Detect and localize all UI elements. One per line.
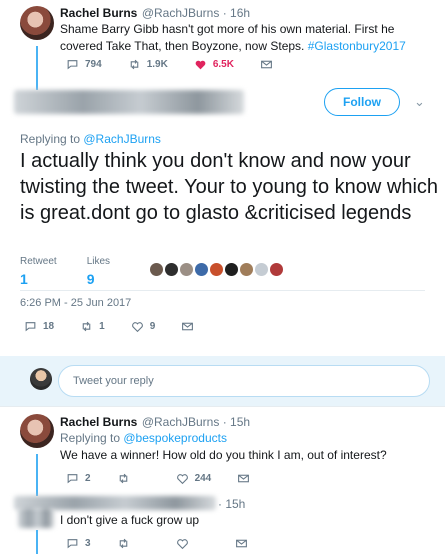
replying-handle-link[interactable]: @RachJBurns [83, 132, 161, 146]
thread-line [36, 530, 38, 554]
avatar[interactable] [30, 368, 52, 390]
user-handle[interactable]: @RachJBurns · 15h [142, 415, 250, 429]
tweet-stats: Retweet 1 Likes 9 [20, 256, 110, 287]
user-name[interactable]: Rachel Burns [60, 415, 137, 429]
retweet-button[interactable]: 1.9K [128, 58, 168, 71]
liker-avatar[interactable] [150, 263, 163, 276]
avatar[interactable] [20, 414, 54, 448]
divider [0, 406, 445, 407]
dm-button[interactable] [235, 537, 248, 550]
retweet-icon [82, 321, 91, 332]
retweet-icon [119, 473, 127, 484]
redacted-user-info [14, 90, 244, 114]
liker-avatar[interactable] [180, 263, 193, 276]
envelope-icon [261, 60, 272, 69]
retweet-icon [130, 59, 138, 70]
avatar[interactable] [20, 6, 54, 40]
divider [20, 290, 425, 291]
hashtag-link[interactable]: #Glastonbury2017 [308, 39, 406, 53]
tweet-text: We have a winner! How old do you think I… [60, 448, 387, 462]
retweet-stat-count: 1 [20, 271, 28, 287]
user-handle[interactable]: @RachJBurns · 16h [142, 6, 250, 20]
tweet-actions: 794 1.9K 6.5K [66, 58, 299, 71]
tweet-actions: 18 1 9 [24, 320, 220, 333]
tweet-header: Rachel Burns @RachJBurns · 16h [60, 4, 250, 22]
tweet-text: I don't give a fuck grow up [60, 513, 200, 527]
reply-input[interactable]: Tweet your reply [58, 365, 430, 397]
like-button[interactable] [176, 537, 195, 550]
heart-icon [176, 539, 188, 550]
like-count: 244 [194, 473, 212, 484]
reply-count: 2 [85, 473, 91, 484]
reply-button[interactable]: 794 [66, 58, 102, 71]
like-count: 9 [149, 321, 156, 332]
dm-button[interactable] [181, 320, 194, 333]
retweet-button[interactable]: 1 [80, 320, 105, 333]
reply-count: 3 [85, 538, 91, 549]
reply-icon [67, 539, 78, 549]
liker-avatar[interactable] [195, 263, 208, 276]
retweet-button[interactable] [117, 537, 136, 550]
tweet-actions: 3 [66, 537, 274, 550]
like-button[interactable]: 6.5K [194, 58, 234, 71]
likers-avatars [150, 263, 285, 276]
user-name[interactable]: Rachel Burns [60, 6, 137, 20]
reply-count: 794 [85, 59, 102, 70]
dm-button[interactable] [237, 472, 250, 485]
likes-stat[interactable]: Likes 9 [87, 256, 110, 287]
replying-to: Replying to @bespokeproducts [60, 430, 227, 447]
follow-button[interactable]: Follow [324, 88, 400, 116]
tweet-text: I actually think you don't know and now … [20, 150, 439, 224]
reply-icon [67, 60, 78, 70]
liker-avatar[interactable] [255, 263, 268, 276]
retweet-button[interactable] [117, 472, 136, 485]
reply-icon [67, 474, 78, 484]
tweet-header: Rachel Burns @RachJBurns · 15h [60, 413, 250, 431]
reply-button[interactable]: 3 [66, 537, 91, 550]
like-button[interactable]: 9 [131, 320, 156, 333]
heart-icon [131, 322, 143, 333]
retweet-icon [119, 538, 127, 549]
like-count: 6.5K [212, 59, 234, 70]
envelope-icon [182, 322, 194, 331]
liker-avatar[interactable] [210, 263, 223, 276]
heart-icon [195, 60, 206, 70]
thread-line [36, 46, 38, 90]
retweet-stat-label: Retweet [20, 256, 57, 267]
tweet-time[interactable]: · 15h [218, 497, 245, 511]
chevron-down-icon[interactable]: ⌄ [414, 94, 425, 110]
replying-prefix: Replying to [20, 132, 84, 146]
likes-stat-count: 9 [86, 271, 95, 287]
retweet-count: 1 [99, 321, 105, 332]
retweet-count: 1.9K [146, 59, 168, 70]
heart-icon [176, 474, 188, 485]
liker-avatar[interactable] [240, 263, 253, 276]
reply-composer: Tweet your reply [0, 356, 445, 406]
envelope-icon [235, 539, 247, 548]
replying-to: Replying to @RachJBurns [20, 131, 161, 148]
liker-avatar[interactable] [225, 263, 238, 276]
reply-icon [25, 322, 36, 332]
retweet-stat[interactable]: Retweet 1 [20, 256, 57, 287]
reply-count: 18 [43, 321, 55, 332]
redacted-avatar [18, 508, 54, 528]
tweet-actions: 2 244 [66, 472, 276, 485]
dm-button[interactable] [260, 58, 273, 71]
likes-stat-label: Likes [86, 256, 111, 267]
like-button[interactable]: 244 [176, 472, 212, 485]
tweet-text: Shame Barry Gibb hasn't got more of his … [60, 21, 430, 55]
reply-button[interactable]: 18 [24, 320, 54, 333]
liker-avatar[interactable] [270, 263, 283, 276]
thread-line [36, 454, 38, 496]
timestamp[interactable]: 6:26 PM - 25 Jun 2017 [20, 297, 131, 309]
liker-avatar[interactable] [165, 263, 178, 276]
replying-handle-link[interactable]: @bespokeproducts [123, 431, 227, 445]
reply-button[interactable]: 2 [66, 472, 91, 485]
envelope-icon [238, 474, 250, 483]
replying-prefix: Replying to [60, 431, 124, 445]
